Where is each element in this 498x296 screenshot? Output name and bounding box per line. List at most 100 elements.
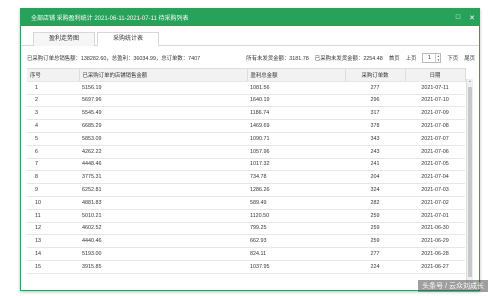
cell-sales: 4448.46 xyxy=(79,158,247,172)
header-profit[interactable]: 盈利总金额 xyxy=(247,68,346,82)
cell-sales: 5010.21 xyxy=(79,209,247,223)
table-row[interactable]: 2 5697.96 1640.19 296 2021-07-10 xyxy=(27,94,465,108)
cell-date: 2021-06-30 xyxy=(405,222,465,236)
cell-seq: 5 xyxy=(27,132,79,146)
header-sales[interactable]: 已采购订单的店铺销售金额 xyxy=(79,68,248,82)
page-number-input[interactable]: 1 ▲ ▼ xyxy=(422,52,442,63)
cell-profit: 1081.56 xyxy=(247,81,345,95)
table-row[interactable]: 8 3775.31 734.78 204 2021-07-04 xyxy=(27,170,465,185)
cell-profit: 1640.19 xyxy=(247,94,345,108)
tab-purchase-stats[interactable]: 采购统计表 xyxy=(97,32,159,46)
cell-orders: 204 xyxy=(345,170,405,185)
cell-date: 2021-07-01 xyxy=(405,209,465,223)
stats-table: 序号 已采购订单的店铺销售金额 盈利总金额 采购订单数 日期 1 5156.19 1… xyxy=(27,68,466,274)
table-row[interactable]: 5 5853.09 1090.71 343 2021-07-07 xyxy=(27,132,465,146)
cell-sales: 6685.29 xyxy=(79,119,247,133)
table-row[interactable]: 10 4881.83 589.49 282 2021-07-02 xyxy=(27,196,465,210)
cell-profit: 1186.74 xyxy=(247,106,345,121)
cell-seq: 1 xyxy=(27,81,79,95)
cell-profit: 1120.50 xyxy=(247,209,345,223)
maximize-icon[interactable]: □ xyxy=(451,9,465,26)
cell-profit: 1037.95 xyxy=(247,260,345,274)
cell-sales: 3915.85 xyxy=(79,260,247,274)
cell-seq: 2 xyxy=(27,94,79,108)
cell-profit: 734.78 xyxy=(247,170,345,185)
cell-orders: 241 xyxy=(345,158,405,172)
cell-sales: 4440.46 xyxy=(79,234,247,249)
cell-sales: 5193.00 xyxy=(79,247,247,261)
last-page-link[interactable]: 尾页 xyxy=(464,54,475,62)
pager: 所有未发货金额：3181.78 已采购未发货金额：2254.48 首页 上页 1… xyxy=(246,52,475,63)
cell-date: 2021-07-08 xyxy=(405,119,465,133)
cell-profit: 1090.71 xyxy=(247,132,345,146)
first-page-link[interactable]: 首页 xyxy=(389,54,400,62)
table-row[interactable]: 13 4440.46 662.93 259 2021-06-29 xyxy=(27,234,465,249)
cell-orders: 378 xyxy=(345,119,405,133)
cell-sales: 4602.52 xyxy=(79,222,247,236)
cell-orders: 259 xyxy=(345,209,405,223)
table-row[interactable]: 7 4448.46 1017.32 241 2021-07-05 xyxy=(27,158,465,172)
cell-date: 2021-06-27 xyxy=(405,260,465,274)
cell-profit: 662.93 xyxy=(247,234,345,249)
table-row[interactable]: 3 5545.49 1186.74 317 2021-07-09 xyxy=(27,106,465,121)
tab-profit-trend[interactable]: 盈利走势图 xyxy=(33,32,95,46)
cell-sales: 5545.49 xyxy=(79,106,247,121)
cell-orders: 259 xyxy=(345,222,405,236)
next-page-link[interactable]: 下页 xyxy=(447,54,458,62)
table-row[interactable]: 15 3915.85 1037.95 224 2021-06-27 xyxy=(27,260,465,274)
cell-profit: 1286.26 xyxy=(247,183,345,197)
table-header-row: 序号 已采购订单的店铺销售金额 盈利总金额 采购订单数 日期 xyxy=(27,68,466,82)
cell-seq: 13 xyxy=(27,234,79,249)
cell-date: 2021-06-28 xyxy=(405,247,465,261)
cell-sales: 5156.19 xyxy=(79,81,247,95)
cell-orders: 324 xyxy=(345,183,405,197)
cell-seq: 3 xyxy=(27,106,79,121)
vertical-scrollbar[interactable]: ▲ xyxy=(466,79,473,286)
header-date[interactable]: 日期 xyxy=(405,68,466,82)
cell-sales: 5853.09 xyxy=(79,132,247,146)
cell-seq: 12 xyxy=(27,222,79,236)
cell-seq: 15 xyxy=(27,260,79,274)
cell-profit: 1057.96 xyxy=(247,145,345,159)
spinner-icon[interactable]: ▲ ▼ xyxy=(435,53,440,62)
sales-summary: 已采购订单总销售额：138282.60，总盈利：36034.99，总订单数：74… xyxy=(27,55,201,62)
watermark: 头条号 / 云众刘成长 xyxy=(418,280,488,292)
table-row[interactable]: 1 5156.19 1081.56 277 2021-07-11 xyxy=(27,81,465,95)
cell-orders: 224 xyxy=(345,260,405,274)
cell-date: 2021-07-05 xyxy=(405,158,465,172)
summary-bar: 已采购订单总销售额：138282.60，总盈利：36034.99，总订单数：74… xyxy=(21,49,479,66)
close-icon[interactable]: ✕ xyxy=(465,9,479,26)
pending-purchase-amount: 已采购未发货金额：2254.48 xyxy=(314,55,383,62)
cell-seq: 11 xyxy=(27,209,79,223)
cell-profit: 589.49 xyxy=(247,196,345,210)
cell-sales: 5697.96 xyxy=(79,94,247,108)
cell-seq: 8 xyxy=(27,170,79,185)
cell-sales: 3775.31 xyxy=(79,170,247,185)
window-title: 全部店铺 采购盈利统计 2021-06-11-2021-07-11 待采购列表 xyxy=(31,16,189,22)
table-row[interactable]: 12 4602.52 799.25 259 2021-06-30 xyxy=(27,222,465,236)
cell-orders: 277 xyxy=(345,247,405,261)
cell-profit: 1017.32 xyxy=(247,158,345,172)
table-row[interactable]: 9 6252.81 1286.26 324 2021-07-03 xyxy=(27,183,465,197)
cell-date: 2021-07-02 xyxy=(405,196,465,210)
cell-seq: 7 xyxy=(27,158,79,172)
header-orders[interactable]: 采购订单数 xyxy=(345,68,406,82)
cell-profit: 799.25 xyxy=(247,222,345,236)
cell-sales: 4881.83 xyxy=(79,196,247,210)
cell-seq: 6 xyxy=(27,145,79,159)
table-row[interactable]: 11 5010.21 1120.50 259 2021-07-01 xyxy=(27,209,465,223)
scrollbar-thumb[interactable] xyxy=(468,87,472,277)
table-row[interactable]: 4 6685.29 1469.69 378 2021-07-08 xyxy=(27,119,465,133)
scroll-up-icon[interactable]: ▲ xyxy=(467,79,473,83)
table-row[interactable]: 14 5193.00 824.11 277 2021-06-28 xyxy=(27,247,465,261)
cell-seq: 10 xyxy=(27,196,79,210)
cell-seq: 4 xyxy=(27,119,79,133)
stats-table-container[interactable]: 序号 已采购订单的店铺销售金额 盈利总金额 采购订单数 日期 1 5156.19 1… xyxy=(27,68,473,287)
prev-page-link[interactable]: 上页 xyxy=(406,54,417,62)
cell-profit: 1469.69 xyxy=(247,119,345,133)
cell-date: 2021-07-06 xyxy=(405,145,465,159)
cell-orders: 243 xyxy=(345,145,405,159)
header-seq[interactable]: 序号 xyxy=(27,68,80,82)
table-row[interactable]: 6 4262.22 1057.96 243 2021-07-06 xyxy=(27,145,465,159)
cell-orders: 296 xyxy=(345,94,405,108)
